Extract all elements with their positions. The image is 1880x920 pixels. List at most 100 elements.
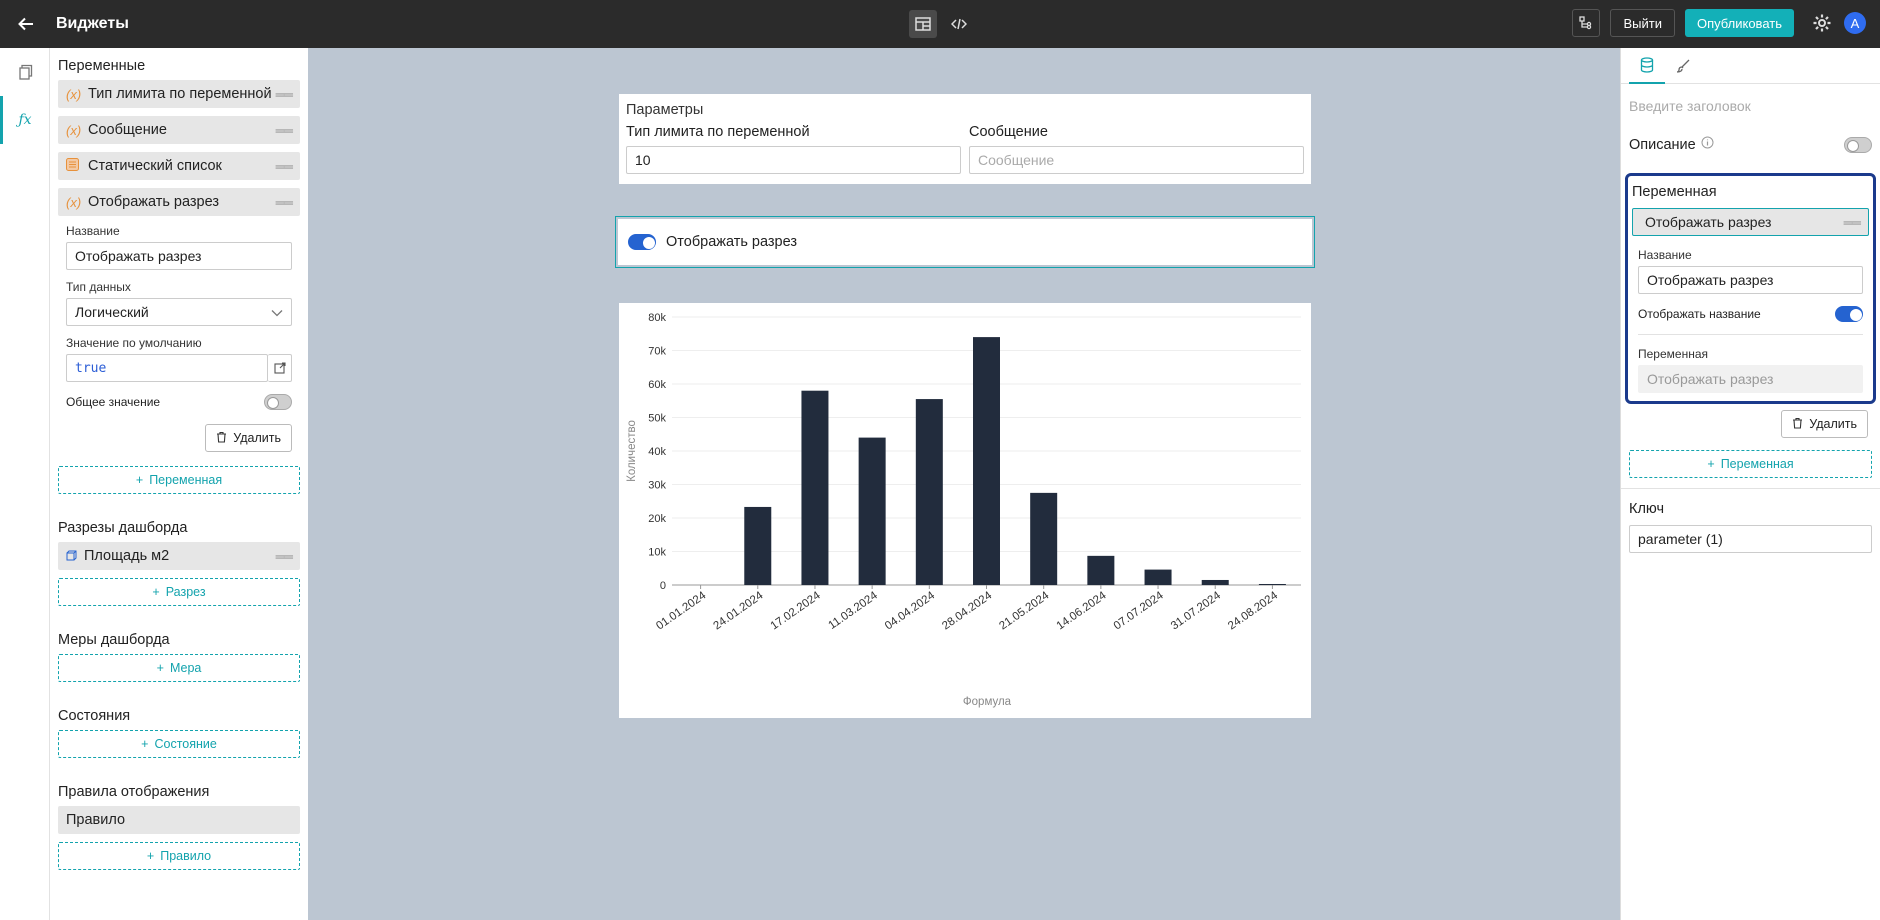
bar bbox=[1030, 492, 1058, 585]
info-icon[interactable] bbox=[1701, 136, 1714, 153]
y-tick-label: 50k bbox=[648, 413, 666, 425]
y-axis-label: Количество bbox=[626, 420, 638, 482]
show-name-toggle[interactable] bbox=[1835, 306, 1863, 322]
dimension-item[interactable]: Площадь м2 ══ bbox=[58, 542, 300, 570]
publish-button[interactable]: Опубликовать bbox=[1684, 9, 1794, 37]
key-label: Ключ bbox=[1629, 501, 1665, 517]
name-label: Название bbox=[66, 224, 120, 238]
drag-handle-icon[interactable]: ══ bbox=[276, 549, 293, 564]
dashboard-canvas: Параметры Тип лимита по переменной 10 Со… bbox=[308, 48, 1620, 920]
description-toggle[interactable] bbox=[1844, 136, 1872, 153]
toggle-widget: Отображать разрез bbox=[618, 219, 1312, 265]
show-name-label: Отображать название bbox=[1638, 307, 1761, 321]
bar bbox=[1201, 579, 1229, 585]
open-editor-icon[interactable] bbox=[268, 354, 292, 382]
page-title: Виджеты bbox=[56, 15, 129, 32]
top-bar: Виджеты Выйти Опубликовать A bbox=[0, 0, 1880, 48]
default-value-input[interactable]: true bbox=[66, 354, 268, 382]
x-tick-label: 01.01.2024 bbox=[654, 589, 709, 632]
chevron-down-icon bbox=[271, 304, 283, 320]
x-tick-label: 04.04.2024 bbox=[883, 589, 938, 632]
toggle-widget-selection[interactable]: Отображать разрез bbox=[615, 216, 1315, 268]
drag-handle-icon[interactable]: ══ bbox=[1844, 215, 1861, 230]
message-input[interactable]: Сообщение bbox=[969, 146, 1304, 174]
selected-variable[interactable]: Отображать разрез ══ bbox=[1632, 208, 1869, 236]
variable-binding-box: Переменная Отображать разрез ══ Название… bbox=[1625, 173, 1876, 404]
variable-icon: (x) bbox=[66, 86, 82, 102]
message-label: Сообщение bbox=[969, 124, 1048, 140]
variable-item[interactable]: (x) Сообщение ══ bbox=[58, 116, 300, 144]
x-tick-label: 11.03.2024 bbox=[827, 589, 881, 632]
variable-editor: Название Отображать разрез Тип данных Ло… bbox=[58, 224, 300, 452]
chart-widget[interactable]: 0 10k 20k 30k 40k 50k 60k 70k 80k 01.01.2024 24.01… bbox=[619, 303, 1311, 718]
x-tick-label: 14.06.2024 bbox=[1055, 589, 1110, 632]
x-tick-label: 21.05.2024 bbox=[997, 589, 1052, 632]
add-variable-button[interactable]: + Переменная bbox=[1629, 450, 1872, 478]
add-rule-button[interactable]: + Правило bbox=[58, 842, 300, 870]
rule-item[interactable]: Правило bbox=[58, 806, 300, 834]
pages-icon[interactable] bbox=[0, 48, 50, 96]
variable-item[interactable]: Статический список ══ bbox=[58, 152, 300, 180]
avatar[interactable]: A bbox=[1844, 12, 1866, 34]
y-tick-label: 10k bbox=[648, 547, 666, 559]
left-rail: ƒx bbox=[0, 48, 50, 920]
bar-chart: 0 10k 20k 30k 40k 50k 60k 70k 80k 01.01.2024 24.01… bbox=[626, 312, 1301, 708]
bar bbox=[1087, 555, 1115, 585]
plus-icon: + bbox=[146, 849, 155, 863]
gear-icon[interactable] bbox=[1810, 11, 1834, 35]
x-tick-label: 31.07.2024 bbox=[1169, 589, 1224, 632]
cube-icon bbox=[66, 549, 84, 564]
database-icon[interactable] bbox=[1629, 48, 1665, 84]
type-label: Тип данных bbox=[66, 280, 131, 294]
x-tick-label: 17.02.2024 bbox=[769, 589, 824, 632]
variable-item[interactable]: (x) Тип лимита по переменной ══ bbox=[58, 80, 300, 108]
fx-variables-icon[interactable]: ƒx bbox=[0, 96, 50, 144]
add-dimension-button[interactable]: + Разрез bbox=[58, 578, 300, 606]
drag-handle-icon[interactable]: ══ bbox=[276, 123, 293, 138]
delete-binding-button[interactable]: Удалить bbox=[1781, 410, 1868, 438]
back-arrow-icon[interactable] bbox=[12, 10, 40, 38]
plus-icon: + bbox=[141, 737, 149, 751]
show-dimension-label: Отображать разрез bbox=[666, 234, 797, 250]
measures-title: Меры дашборда bbox=[58, 632, 170, 648]
plus-icon: + bbox=[156, 661, 164, 675]
params-widget[interactable]: Параметры Тип лимита по переменной 10 Со… bbox=[619, 94, 1311, 184]
layout-view-icon[interactable] bbox=[909, 10, 937, 38]
add-state-button[interactable]: + Состояние bbox=[58, 730, 300, 758]
trash-icon bbox=[1792, 417, 1803, 432]
x-tick-label: 28.04.2024 bbox=[940, 589, 995, 632]
y-tick-label: 80k bbox=[648, 312, 666, 324]
rules-title: Правила отображения bbox=[58, 784, 210, 800]
exit-button[interactable]: Выйти bbox=[1610, 9, 1675, 37]
type-select[interactable]: Логический bbox=[66, 298, 292, 326]
add-variable-button[interactable]: + Переменная bbox=[58, 466, 300, 494]
brush-icon[interactable] bbox=[1665, 48, 1701, 84]
dims-title: Разрезы дашборда bbox=[58, 520, 188, 536]
key-input[interactable]: parameter (1) bbox=[1629, 525, 1872, 553]
show-dimension-toggle[interactable] bbox=[628, 234, 656, 250]
drag-handle-icon[interactable]: ══ bbox=[276, 87, 293, 102]
shared-value-toggle[interactable] bbox=[264, 394, 292, 410]
y-tick-label: 70k bbox=[648, 346, 666, 358]
delete-variable-button[interactable]: Удалить bbox=[205, 424, 292, 452]
properties-panel: Введите заголовок Описание Переменная От… bbox=[1620, 48, 1880, 920]
x-tick-label: 24.08.2024 bbox=[1226, 589, 1281, 632]
variable-title: Переменная bbox=[1632, 184, 1717, 200]
title-input[interactable]: Введите заголовок bbox=[1629, 98, 1872, 114]
x-axis-label: Формула bbox=[963, 696, 1012, 708]
drag-handle-icon[interactable]: ══ bbox=[276, 159, 293, 174]
list-icon bbox=[66, 158, 88, 174]
drag-handle-icon[interactable]: ══ bbox=[276, 195, 293, 210]
name-input[interactable]: Отображать разрез bbox=[1638, 266, 1863, 294]
x-tick-label: 07.07.2024 bbox=[1112, 589, 1167, 632]
variable-item-selected[interactable]: (x) Отображать разрез ══ bbox=[58, 188, 300, 216]
structure-icon[interactable] bbox=[1572, 9, 1601, 37]
limit-type-input[interactable]: 10 bbox=[626, 146, 961, 174]
plus-icon: + bbox=[135, 473, 144, 487]
code-view-icon[interactable] bbox=[945, 10, 973, 38]
name-input[interactable]: Отображать разрез bbox=[66, 242, 292, 270]
y-tick-label: 40k bbox=[648, 446, 666, 458]
y-tick-label: 20k bbox=[648, 513, 666, 525]
add-measure-button[interactable]: + Мера bbox=[58, 654, 300, 682]
limit-type-label: Тип лимита по переменной bbox=[626, 124, 810, 140]
